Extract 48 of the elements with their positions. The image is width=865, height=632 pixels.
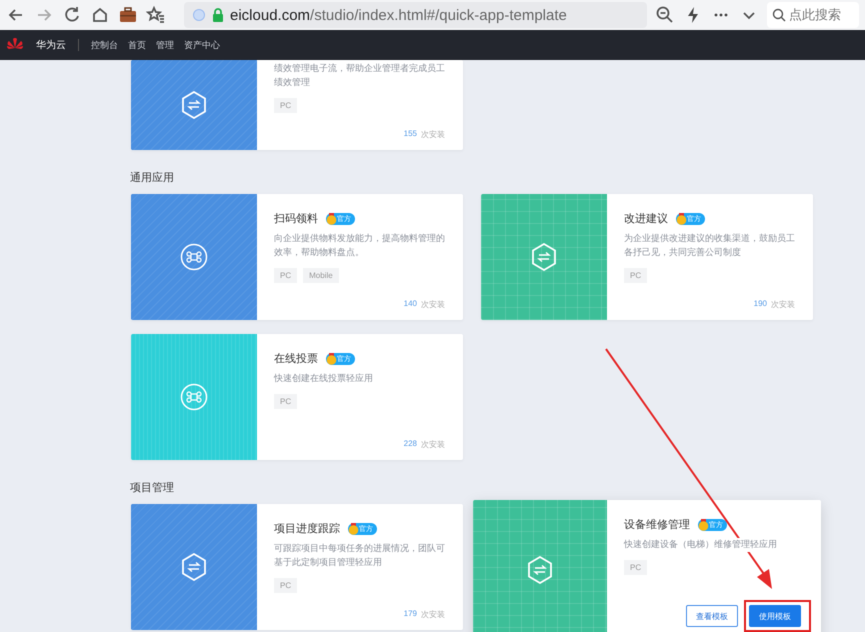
install-label: 次安装: [771, 299, 795, 310]
platform-tag: PC: [624, 560, 648, 575]
address-bar[interactable]: eicloud.com/studio/index.html#/quick-app-template: [184, 2, 647, 28]
view-template-button[interactable]: 查看模板: [686, 605, 738, 627]
command-symbol-icon: [180, 383, 208, 411]
install-count: 155: [404, 129, 417, 140]
template-title: 改进建议: [624, 211, 668, 226]
install-count: 190: [754, 299, 767, 310]
section-heading: 项目管理: [130, 480, 175, 496]
star-list-icon[interactable]: [146, 5, 166, 25]
platform-tag: PC: [624, 268, 648, 283]
install-count: 179: [404, 609, 417, 620]
hexagon-arrows-icon: [180, 91, 208, 119]
hexagon-arrows-icon: [180, 553, 208, 581]
circle-icon: [192, 8, 206, 22]
home-icon[interactable]: [90, 5, 110, 25]
url-text: eicloud.com/studio/index.html#/quick-app-template: [230, 6, 567, 24]
search-field[interactable]: 点此搜索: [767, 2, 859, 28]
template-title: 设备维修管理: [624, 517, 690, 532]
use-template-button[interactable]: 使用模板: [749, 605, 801, 627]
nav-link[interactable]: 首页: [128, 38, 146, 52]
lock-icon: [212, 8, 224, 22]
section-heading: 通用应用: [130, 170, 175, 186]
template-title: 扫码领料: [274, 211, 318, 226]
nav-link[interactable]: 控制台: [91, 38, 118, 52]
command-symbol-icon: [180, 243, 208, 271]
search-icon: [772, 8, 786, 22]
platform-tag: PC: [274, 578, 298, 593]
nav-link[interactable]: 资产中心: [184, 38, 220, 52]
install-label: 次安装: [421, 609, 445, 620]
platform-tag: PC: [274, 98, 298, 113]
briefcase-icon[interactable]: [118, 5, 138, 25]
install-count: 228: [404, 439, 417, 450]
template-description: 快速创建设备（电梯）维修管理轻应用: [624, 538, 777, 552]
platform-tag: PC: [274, 268, 298, 283]
hexagon-arrows-icon: [530, 243, 558, 271]
install-label: 次安装: [421, 129, 445, 140]
platform-tag: Mobile: [303, 268, 339, 283]
zoom-out-icon[interactable]: [655, 5, 675, 25]
install-label: 次安装: [421, 299, 445, 310]
platform-tag: PC: [274, 394, 298, 409]
template-title: 在线投票: [274, 351, 318, 366]
install-label: 次安装: [421, 439, 445, 450]
brand-name[interactable]: 华为云: [36, 38, 66, 52]
template-title: 项目进度跟踪: [274, 521, 340, 536]
hexagon-arrows-icon: [526, 556, 554, 584]
install-count: 140: [404, 299, 417, 310]
nav-link[interactable]: 管理: [156, 38, 174, 52]
